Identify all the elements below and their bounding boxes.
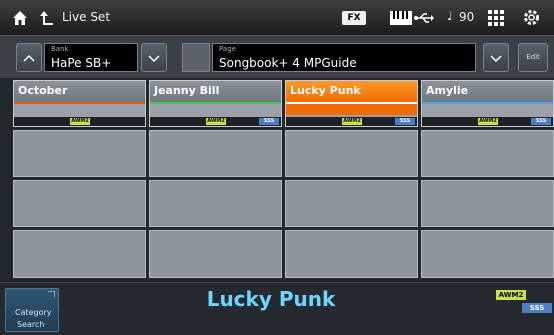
back-icon[interactable] [40,10,54,26]
slot-title: Jeanny Bill [150,81,281,102]
awm2-badge: AWM2 [70,118,90,125]
empty-slot[interactable] [421,180,554,227]
tempo-note-icon: ♩ [447,9,453,23]
chevron-down-icon [490,55,502,62]
empty-slot[interactable] [285,130,418,177]
page-down-button[interactable] [483,43,509,72]
slot-title: Amylie [422,81,553,102]
usb-icon [414,13,434,23]
page-label: Page [219,45,236,53]
empty-slot[interactable] [149,130,282,177]
slot-4[interactable]: Amylie AWM2 SSS [421,80,554,127]
awm2-badge: AWM2 [342,118,362,125]
empty-slot[interactable] [13,230,146,278]
category-label: Category [15,308,52,317]
bank-label: Bank [51,45,69,53]
slot-2[interactable]: Jeanny Bill AWM2 SSS [149,80,282,127]
gear-icon[interactable] [523,9,540,26]
empty-slot[interactable] [13,130,146,177]
sss-badge: SSS [395,118,415,125]
empty-slot[interactable] [149,180,282,227]
sss-badge: SSS [259,118,279,125]
breadcrumb-live-set[interactable]: Live Set [62,10,110,24]
empty-slot[interactable] [421,130,554,177]
bank-field[interactable]: Bank HaPe SB+ [44,43,138,72]
category-search-button[interactable]: Category Search [5,288,59,332]
current-performance-name: Lucky Punk [206,287,336,311]
slot-title: Lucky Punk [286,81,417,102]
bank-page-selector: Bank HaPe SB+ Page Songbook+ 4 MPGuide E… [0,36,554,78]
empty-slot[interactable] [285,230,418,278]
grid-icon[interactable] [488,10,504,26]
page-field[interactable]: Page Songbook+ 4 MPGuide [212,43,476,72]
slot-3[interactable]: Lucky Punk AWM2 SSS [285,80,418,127]
bottom-bar: Category Search Lucky Punk AWM2 SSS [0,282,554,335]
empty-slot[interactable] [421,230,554,278]
keyboard-icon [390,11,412,25]
awm2-badge: AWM2 [478,118,498,125]
slot-1[interactable]: October AWM2 [13,80,146,127]
slot-title: October [14,81,145,102]
awm2-badge: AWM2 [496,290,526,300]
bank-down-button[interactable] [141,43,167,72]
bank-value: HaPe SB+ [51,56,112,70]
corner-marker-icon [48,291,55,297]
chevron-down-icon [148,55,160,62]
sss-badge: SSS [522,303,552,313]
tempo-value[interactable]: 90 [459,10,474,24]
live-set-grid: October AWM2 Jeanny Bill AWM2 SSS Lucky … [0,78,554,282]
fx-indicator[interactable]: FX [342,11,366,25]
page-value: Songbook+ 4 MPGuide [219,56,357,70]
page-up-button[interactable] [182,43,210,72]
sss-badge: SSS [531,118,551,125]
empty-slot[interactable] [285,180,418,227]
chevron-up-icon [23,54,35,62]
empty-slot[interactable] [13,180,146,227]
bank-up-button[interactable] [16,43,42,72]
top-status-bar: Live Set FX ♩ 90 [0,0,554,36]
empty-slot[interactable] [149,230,282,278]
search-label: Search [17,320,45,329]
home-icon[interactable] [12,10,28,26]
edit-button[interactable]: Edit [518,43,548,72]
awm2-badge: AWM2 [206,118,226,125]
